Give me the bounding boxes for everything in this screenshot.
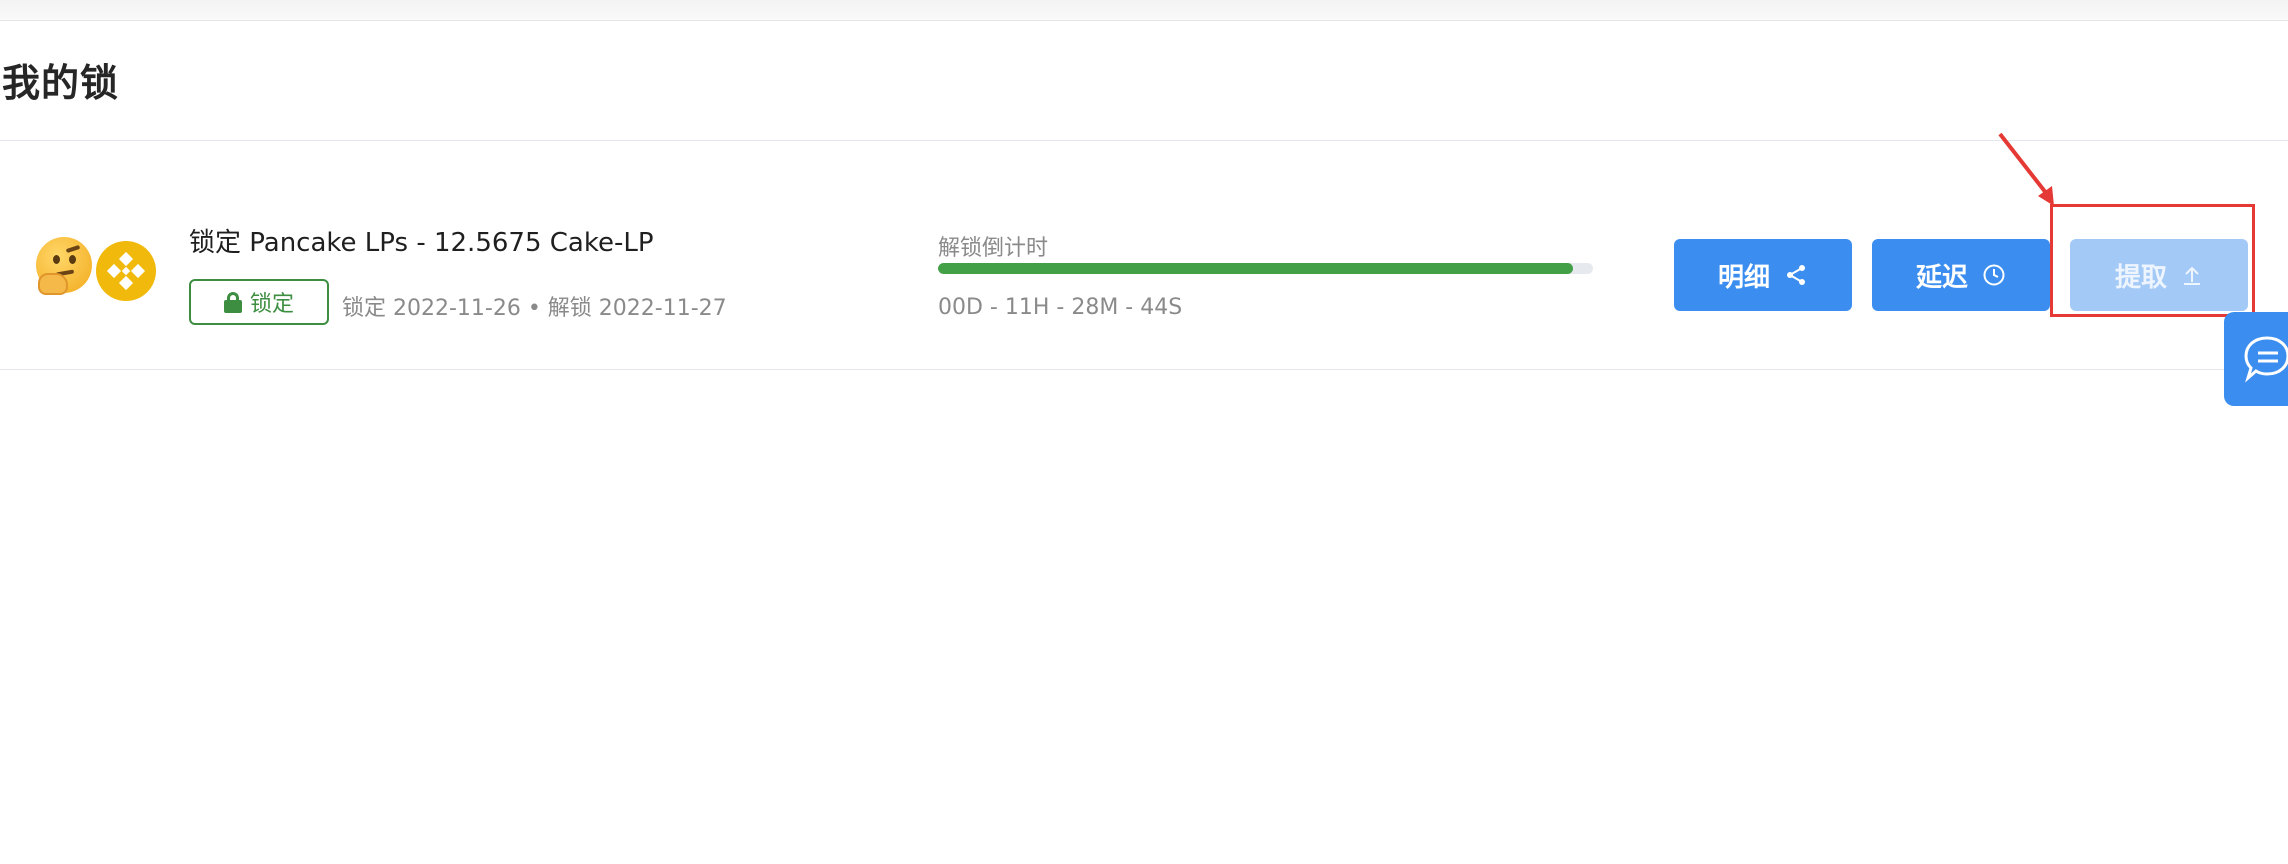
lock-icon	[223, 292, 242, 313]
annotation-arrow-icon	[1998, 132, 2054, 206]
thinking-face-icon	[36, 237, 92, 295]
page-title: 我的锁	[2, 61, 120, 105]
status-badge: 锁定	[189, 279, 329, 325]
chat-bubble-icon	[2244, 336, 2288, 383]
header-divider	[0, 140, 2288, 141]
share-icon	[1787, 265, 1805, 285]
lock-dates: 锁定 2022-11-26 • 解锁 2022-11-27	[342, 296, 727, 321]
row-divider	[0, 369, 2288, 370]
countdown-value: 00D - 11H - 28M - 44S	[938, 295, 1183, 320]
bnb-logo-icon	[96, 241, 156, 301]
status-label: 锁定	[249, 292, 294, 317]
annotation-highlight-box	[2050, 204, 2255, 317]
clock-icon	[1983, 264, 2005, 286]
unlock-progress-bar	[938, 263, 1593, 274]
detail-button[interactable]: 明细	[1674, 239, 1852, 311]
countdown-label: 解锁倒计时	[938, 236, 1049, 261]
lock-title: 锁定 Pancake LPs - 12.5675 Cake-LP	[189, 228, 654, 258]
unlock-progress-fill	[938, 263, 1574, 274]
chat-widget-button[interactable]	[2224, 312, 2288, 406]
top-bar	[0, 0, 2288, 21]
delay-button[interactable]: 延迟	[1872, 239, 2050, 311]
delay-button-label: 延迟	[1915, 262, 1968, 293]
detail-button-label: 明细	[1717, 262, 1770, 293]
